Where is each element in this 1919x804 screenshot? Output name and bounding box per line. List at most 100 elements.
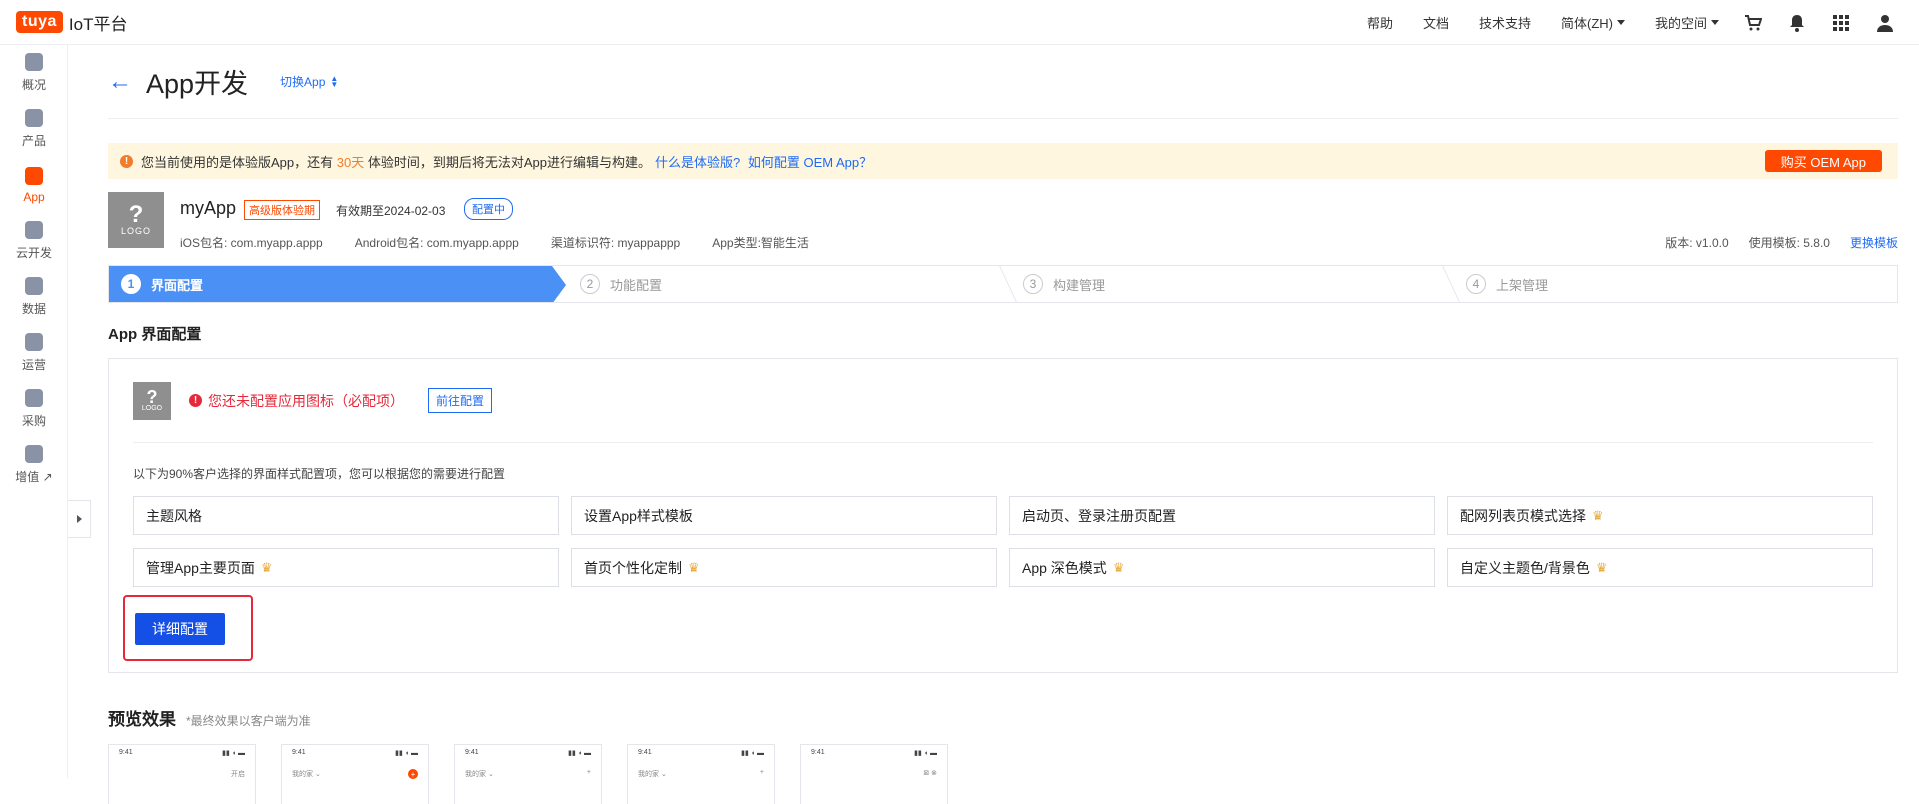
valid-until: 有效期至2024-02-03 [336, 204, 446, 218]
buy-oem-button[interactable]: 购买 OEM App [1764, 150, 1882, 172]
crown-icon: ♛ [1112, 559, 1125, 575]
option-label: 设置App样式模板 [584, 507, 693, 524]
app-name: myApp [180, 198, 237, 218]
option-home-customization[interactable]: 首页个性化定制 ♛ [571, 548, 997, 587]
sidebar-item-label: 采购 [21, 414, 46, 428]
scan-icon: ⊠ ⊗ [923, 770, 937, 777]
brand-logo[interactable]: tuya IoT平台 [16, 10, 127, 35]
step-publish-management[interactable]: 4 上架管理 [1454, 266, 1897, 302]
sidebar-item-overview[interactable]: 概况 [0, 45, 68, 101]
sidebar-toggle[interactable] [68, 500, 91, 538]
option-app-template[interactable]: 设置App样式模板 [571, 496, 997, 535]
sidebar-item-label: 增值 ↗ [15, 470, 53, 484]
change-template-link[interactable]: 更换模板 [1850, 234, 1898, 251]
option-dark-mode[interactable]: App 深色模式 ♛ [1009, 548, 1435, 587]
app-logo-placeholder: ? LOGO [108, 192, 164, 248]
preview-card[interactable]: 9:41 ▮▮ ◖ ▬ 我的家 ⌄ + [281, 744, 429, 804]
sidebar-item-data[interactable]: 数据 [0, 269, 68, 325]
app-type: App类型:智能生活 [712, 236, 809, 250]
user-icon[interactable] [1875, 13, 1895, 33]
option-theme-style[interactable]: 主题风格 [133, 496, 559, 535]
config-options-grid: 主题风格 设置App样式模板 启动页、登录注册页配置 配网列表页模式选择 ♛ 管理… [133, 496, 1873, 587]
sidebar-item-label: 概况 [21, 78, 46, 92]
sidebar-item-label: 运营 [21, 358, 46, 372]
status-bar: 9:41 ▮▮ ◖ ▬ [465, 749, 591, 757]
preview-card[interactable]: 9:41 ▮▮ ◖ ▬ 开启 [108, 744, 256, 804]
preview-card[interactable]: 9:41 ▮▮ ◖ ▬ 我的家 ⌄ + [454, 744, 602, 804]
how-to-config-oem-link[interactable]: 如何配置 OEM App？ [748, 155, 872, 170]
option-custom-colors[interactable]: 自定义主题色/背景色 ♛ [1447, 548, 1873, 587]
banner-text-after: 体验时间，到期后将无法对App进行编辑与构建。 [367, 154, 651, 170]
language-dropdown[interactable]: 简体(ZH) [1561, 13, 1625, 32]
icon-warning-row: ? LOGO ! 您还未配置应用图标（必配项） 前往配置 [133, 359, 1873, 443]
detail-config-button[interactable]: 详细配置 [135, 613, 225, 645]
sidebar-item-app[interactable]: App [0, 157, 68, 213]
option-launch-login[interactable]: 启动页、登录注册页配置 [1009, 496, 1435, 535]
switch-app-label: 切换App [280, 75, 326, 89]
trial-banner: ! 您当前使用的是体验版App，还有 30天 体验时间，到期后将无法对App进行… [108, 143, 1898, 179]
option-main-pages[interactable]: 管理App主要页面 ♛ [133, 548, 559, 587]
sidebar-item-operations[interactable]: 运营 [0, 325, 68, 381]
phone-time: 9:41 [292, 749, 306, 756]
back-arrow-icon[interactable]: ← [108, 68, 132, 96]
signal-icon: ▮▮ ◖ ▬ [222, 750, 245, 757]
sidebar-item-cloud[interactable]: 云开发 [0, 213, 68, 269]
sidebar-item-product[interactable]: 产品 [0, 101, 68, 157]
apps-grid-icon[interactable] [1831, 13, 1851, 33]
preview-card[interactable]: 9:41 ▮▮ ◖ ▬ 我的家 ⌄ + [627, 744, 775, 804]
diamond-icon [25, 445, 43, 463]
banner-text-before: 您当前使用的是体验版App，还有 [141, 154, 334, 170]
logo-text: LOGO [141, 405, 163, 412]
goto-config-button[interactable]: 前往配置 [428, 388, 493, 413]
section-title: App 界面配置 [108, 326, 202, 343]
top-nav: 帮助 文档 技术支持 简体(ZH) 我的空间 [1337, 0, 1895, 45]
main-content: ← App开发 切换App ▲ ▼ ! 您当前使用的是体验版App，还有 30天 体… [108, 45, 1898, 804]
top-bar: tuya IoT平台 帮助 文档 技术支持 简体(ZH) 我的空间 [0, 0, 1919, 45]
help-link[interactable]: 帮助 [1367, 13, 1393, 32]
sidebar-item-label: 云开发 [15, 246, 52, 260]
language-label: 简体(ZH) [1560, 16, 1613, 31]
detail-highlight-box: 详细配置 [123, 595, 253, 661]
crown-icon: ♛ [688, 559, 700, 575]
signal-icon: ▮▮ ◖ ▬ [568, 750, 591, 757]
docs-link[interactable]: 文档 [1423, 13, 1449, 32]
step-number: 4 [1466, 274, 1486, 294]
signal-icon: ▮▮ ◖ ▬ [395, 750, 418, 757]
app-info: ? LOGO myApp 高级版体验期 有效期至2024-02-03 配置中 iO… [108, 179, 1898, 265]
warning-icon: ! [120, 154, 133, 168]
chevron-down-icon [1711, 20, 1719, 25]
option-pairing-list-mode[interactable]: 配网列表页模式选择 ♛ [1447, 496, 1873, 535]
preview-header: 预览效果 *最终效果以客户端为准 [108, 705, 1898, 730]
switch-app-dropdown[interactable]: 切换App ▲ ▼ [280, 73, 338, 90]
phone-header: ⊠ ⊗ [811, 769, 937, 777]
status-bar: 9:41 ▮▮ ◖ ▬ [811, 749, 937, 757]
step-progress: 1 界面配置 2 功能配置 3 构建管理 4 上架管理 [108, 265, 1898, 303]
step-build-management[interactable]: 3 构建管理 [1011, 266, 1454, 302]
step-feature-config[interactable]: 2 功能配置 [552, 266, 1011, 302]
step-number: 3 [1023, 274, 1043, 294]
sidebar-item-label: App [23, 189, 45, 204]
bell-icon[interactable] [1787, 13, 1807, 33]
channel-id: 渠道标识符: myappappp [550, 236, 681, 250]
chevron-right-icon [76, 515, 82, 523]
tuya-logo: tuya [16, 11, 63, 33]
what-is-trial-link[interactable]: 什么是体验版? [655, 155, 740, 170]
template-version: 使用模板: 5.8.0 [1748, 236, 1830, 250]
preview-card[interactable]: 9:41 ▮▮ ◖ ▬ ⊠ ⊗ [800, 744, 948, 804]
status-bar: 9:41 ▮▮ ◖ ▬ [119, 749, 245, 757]
trial-badge: 高级版体验期 [244, 200, 320, 220]
app-version-info: 版本: v1.0.0 使用模板: 5.8.0 更换模板 [1665, 234, 1898, 251]
space-label: 我的空间 [1654, 16, 1707, 31]
option-label: 管理App主要页面 [146, 559, 255, 576]
crown-icon: ♛ [260, 559, 273, 575]
logo-text: LOGO [120, 226, 151, 236]
support-link[interactable]: 技术支持 [1479, 13, 1531, 32]
sidebar-item-purchase[interactable]: 采购 [0, 381, 68, 437]
box-icon [25, 389, 43, 407]
phone-time: 9:41 [811, 749, 825, 756]
option-label: 首页个性化定制 [584, 559, 682, 576]
step-ui-config[interactable]: 1 界面配置 [109, 266, 566, 302]
sidebar-item-value-added[interactable]: 增值 ↗ [0, 437, 68, 493]
space-dropdown[interactable]: 我的空间 [1655, 13, 1719, 32]
cart-icon[interactable] [1743, 13, 1763, 33]
